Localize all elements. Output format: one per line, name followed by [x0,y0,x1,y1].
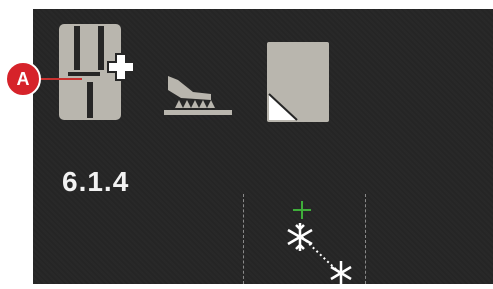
stitch-number: 6.1.4 [62,166,130,197]
stabilizer-icon [267,42,329,122]
presser-foot-button[interactable] [58,24,138,120]
snowflake-stitch-icon-2 [330,261,352,284]
left-guide-line [243,194,244,284]
snowflake-stitch-icon [287,223,313,251]
feed-dogs-icon [164,76,232,115]
stitch-preview-graphic [287,201,352,284]
callout-marker: A [5,61,41,97]
stitch-preview [275,197,375,289]
stabilizer-button[interactable] [267,42,329,122]
feed-dogs-button[interactable] [163,70,233,122]
presser-foot-plus-icon [59,24,135,120]
callout-leader-line [40,78,82,80]
